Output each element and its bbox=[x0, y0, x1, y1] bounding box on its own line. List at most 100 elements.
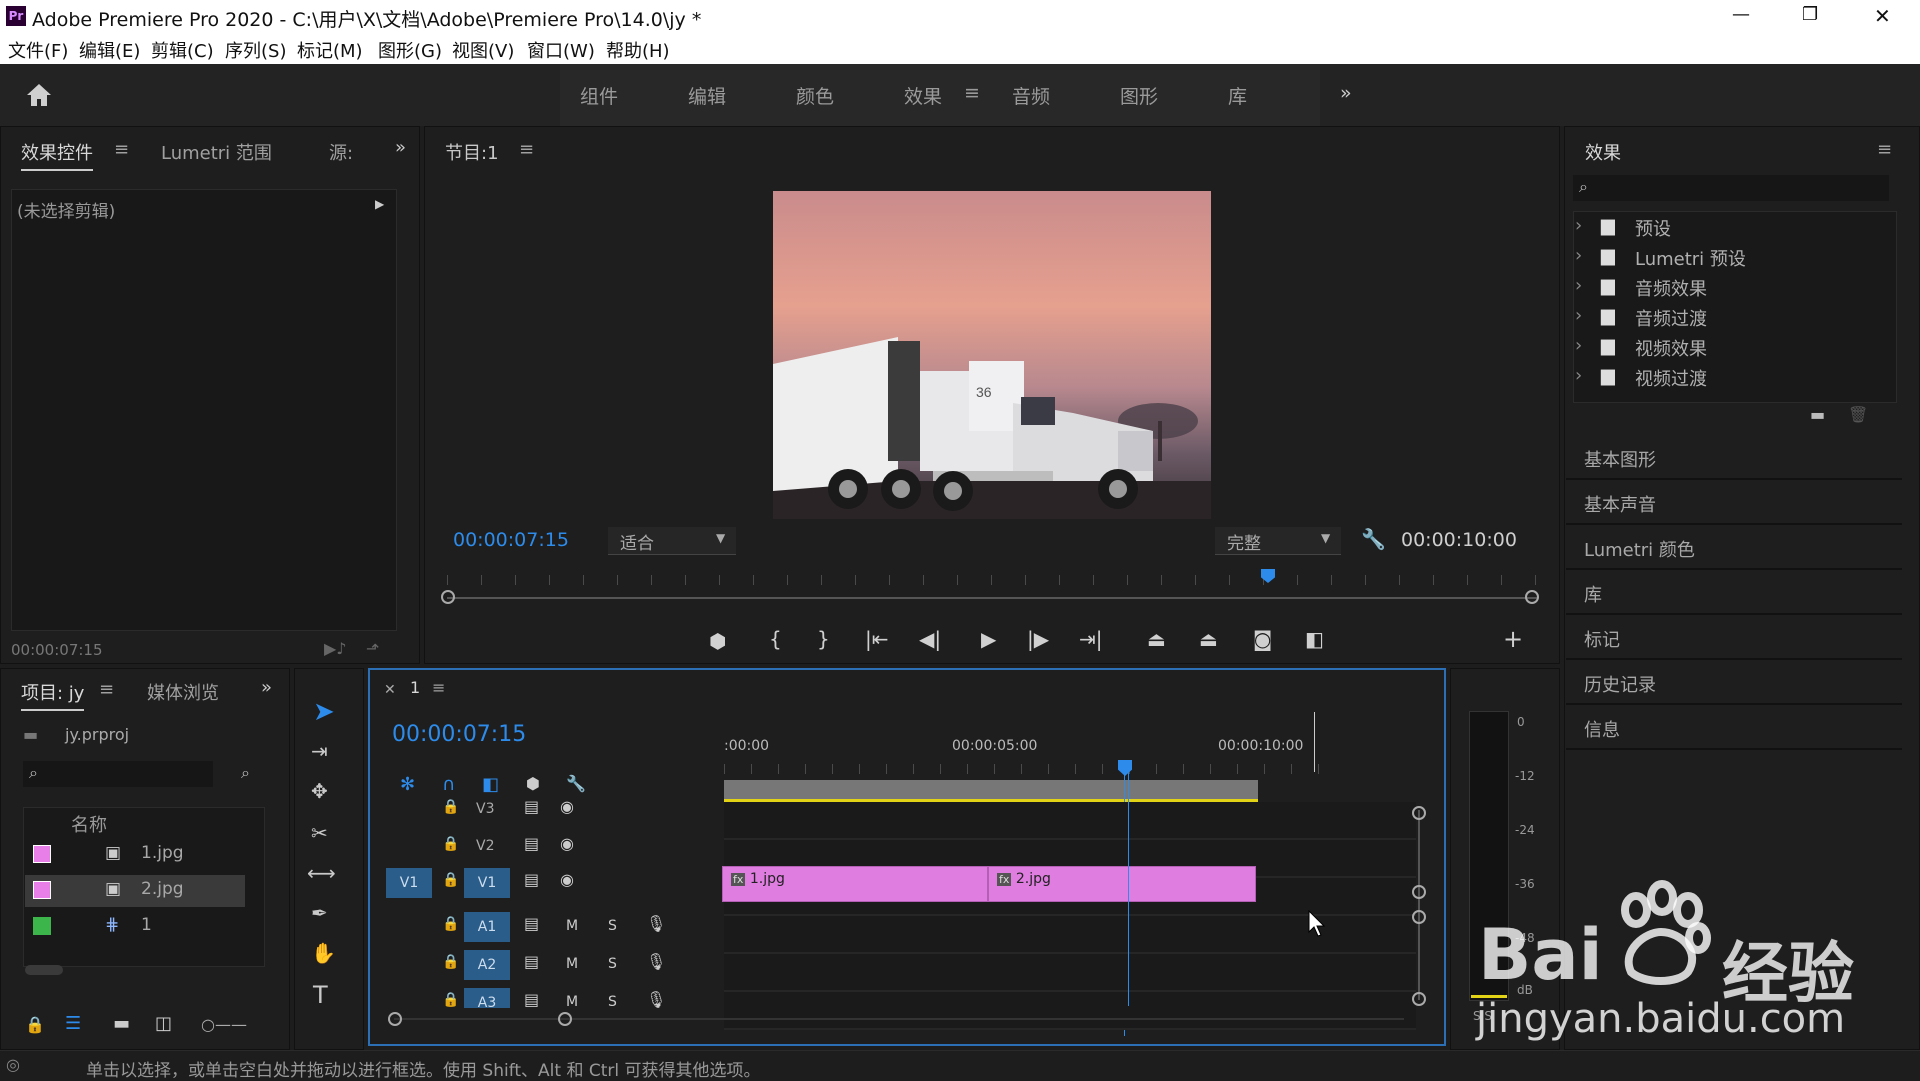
wrench-icon[interactable]: 🔧 bbox=[566, 774, 586, 793]
audio-toggle-icon[interactable]: ▶♪ bbox=[324, 639, 347, 658]
sync-icon[interactable]: ▤ bbox=[524, 990, 539, 1008]
program-menu-icon[interactable]: ≡ bbox=[519, 139, 534, 160]
ws-menu-icon[interactable]: ≡ bbox=[964, 82, 980, 104]
menu-help[interactable]: 帮助(H) bbox=[606, 37, 670, 63]
pen-icon[interactable]: ✒ bbox=[311, 903, 328, 923]
track-label[interactable]: A3 bbox=[464, 988, 510, 1008]
go-to-in-icon[interactable]: |⇤ bbox=[865, 629, 889, 649]
comparison-view-icon[interactable]: ◧ bbox=[1305, 629, 1324, 649]
project-menu-icon[interactable]: ≡ bbox=[99, 679, 114, 700]
step-back-icon[interactable]: ◀| bbox=[919, 629, 941, 649]
ws-tab-graphics[interactable]: 图形 bbox=[1120, 82, 1158, 109]
folder-lumetri-presets[interactable]: › ▆ Lumetri 预设 bbox=[1575, 245, 1895, 275]
timeline-menu-icon[interactable]: ≡ bbox=[432, 678, 445, 697]
timeline-vscroll[interactable] bbox=[1418, 810, 1420, 1000]
sync-icon[interactable]: ▤ bbox=[524, 952, 539, 971]
folder-audio-transitions[interactable]: › ▆ 音频过渡 bbox=[1575, 305, 1895, 335]
close-button[interactable]: ✕ bbox=[1874, 4, 1891, 28]
hand-icon[interactable]: ✋ bbox=[311, 943, 336, 963]
snap-icon[interactable]: ∩ bbox=[442, 774, 455, 795]
program-title[interactable]: 节目:1 bbox=[445, 139, 499, 165]
folder-presets[interactable]: › ▆ 预设 bbox=[1575, 215, 1895, 245]
tab-lumetri-scopes[interactable]: Lumetri 范围 bbox=[161, 139, 272, 165]
section-history[interactable]: 历史记录 bbox=[1566, 661, 1902, 705]
tab-source[interactable]: 源: bbox=[329, 139, 353, 165]
ws-tab-editing[interactable]: 编辑 bbox=[688, 82, 726, 109]
new-bin-icon[interactable]: ▬ bbox=[1810, 405, 1825, 424]
label-color-swatch[interactable] bbox=[33, 917, 51, 935]
restore-button[interactable]: ❐ bbox=[1802, 4, 1818, 25]
vscroll-handle-bottom[interactable] bbox=[1412, 992, 1426, 1006]
wrench-icon[interactable]: 🔧 bbox=[1361, 527, 1386, 551]
program-timecode[interactable]: 00:00:07:15 bbox=[453, 529, 569, 551]
eye-icon[interactable]: ◉ bbox=[560, 870, 574, 889]
vscroll-handle-top[interactable] bbox=[1412, 806, 1426, 820]
quality-dropdown[interactable]: 完整 ▼ bbox=[1215, 527, 1341, 555]
project-hscroll[interactable] bbox=[25, 965, 63, 975]
zoom-handle-right[interactable] bbox=[1525, 590, 1539, 604]
step-forward-icon[interactable]: |▶ bbox=[1027, 629, 1049, 649]
expand-arrow-icon[interactable]: ▶ bbox=[375, 197, 384, 211]
ws-tab-audio[interactable]: 音频 bbox=[1012, 82, 1050, 109]
mute-button[interactable]: M bbox=[566, 956, 578, 972]
list-item[interactable]: ▣ 1.jpg bbox=[25, 839, 245, 871]
lock-icon[interactable]: 🔒 bbox=[442, 916, 459, 932]
menu-clip[interactable]: 剪辑(C) bbox=[151, 37, 214, 63]
track-label[interactable]: V2 bbox=[476, 838, 494, 854]
zoom-handle-left[interactable] bbox=[441, 590, 455, 604]
ws-tab-libraries[interactable]: 库 bbox=[1228, 82, 1247, 109]
track-label[interactable]: A2 bbox=[464, 950, 510, 980]
effects-menu-icon[interactable]: ≡ bbox=[1877, 139, 1892, 160]
panel-more-icon[interactable]: » bbox=[395, 137, 406, 158]
hscroll-handle-left[interactable] bbox=[388, 1012, 402, 1026]
lock-icon[interactable]: 🔒 bbox=[442, 799, 459, 815]
effects-title[interactable]: 效果 bbox=[1585, 139, 1621, 165]
hscroll-handle-right[interactable] bbox=[558, 1012, 572, 1026]
close-tab-icon[interactable]: ✕ bbox=[384, 682, 396, 698]
meter-solo-buttons[interactable]: S S bbox=[1473, 1009, 1492, 1023]
lock-icon[interactable]: 🔒 bbox=[442, 872, 459, 888]
timeline-ruler[interactable] bbox=[724, 764, 1336, 774]
menu-marker[interactable]: 标记(M) bbox=[297, 37, 363, 63]
slip-icon[interactable]: ⟷ bbox=[307, 863, 336, 883]
extract-icon[interactable]: ⏏ bbox=[1199, 629, 1218, 649]
folder-video-transitions[interactable]: › ▆ 视频过渡 bbox=[1575, 365, 1895, 395]
clip-1jpg[interactable]: fx 1.jpg bbox=[722, 866, 988, 902]
track-label[interactable]: V1 bbox=[464, 868, 510, 898]
timeline-tab[interactable]: 1 bbox=[410, 678, 420, 697]
add-marker-icon[interactable]: ⬢ bbox=[709, 631, 726, 651]
icon-view-icon[interactable]: ▬ bbox=[113, 1013, 130, 1034]
clip-2jpg[interactable]: fx 2.jpg bbox=[988, 866, 1256, 902]
label-color-swatch[interactable] bbox=[33, 845, 51, 863]
label-color-swatch[interactable] bbox=[33, 881, 51, 899]
menu-graphics[interactable]: 图形(G) bbox=[378, 37, 442, 63]
minimize-button[interactable]: — bbox=[1732, 4, 1750, 25]
lock-icon[interactable]: 🔒 bbox=[442, 836, 459, 852]
lock-icon[interactable]: 🔒 bbox=[25, 1015, 45, 1034]
type-tool-icon[interactable]: T bbox=[313, 983, 328, 1007]
track-label[interactable]: A1 bbox=[464, 912, 510, 942]
lock-icon[interactable]: 🔒 bbox=[442, 954, 459, 970]
menu-view[interactable]: 视图(V) bbox=[452, 37, 514, 63]
timeline-timecode[interactable]: 00:00:07:15 bbox=[392, 722, 526, 747]
freeform-view-icon[interactable]: ◫ bbox=[155, 1013, 172, 1034]
ws-tab-effects[interactable]: 效果 bbox=[904, 82, 942, 109]
ws-more-icon[interactable]: » bbox=[1340, 82, 1352, 104]
folder-video-effects[interactable]: › ▆ 视频效果 bbox=[1575, 335, 1895, 365]
lock-icon[interactable]: 🔒 bbox=[442, 992, 459, 1008]
mark-in-icon[interactable]: { bbox=[769, 629, 782, 649]
section-markers[interactable]: 标记 bbox=[1566, 616, 1902, 660]
track-select-icon[interactable]: ⇥ bbox=[311, 741, 328, 761]
work-area-bar[interactable] bbox=[724, 780, 1258, 802]
timeline-hscroll[interactable] bbox=[394, 1018, 1404, 1020]
menu-sequence[interactable]: 序列(S) bbox=[225, 37, 286, 63]
razor-icon[interactable]: ✂ bbox=[311, 823, 328, 843]
go-to-out-icon[interactable]: ⇥| bbox=[1079, 629, 1103, 649]
trash-icon[interactable]: 🗑 bbox=[1848, 405, 1868, 424]
project-search-input[interactable]: ⌕ bbox=[23, 761, 213, 787]
column-header-name[interactable]: 名称 bbox=[71, 811, 107, 837]
camera-icon[interactable]: ◙ bbox=[1253, 629, 1272, 649]
eye-icon[interactable]: ◉ bbox=[560, 834, 574, 853]
tab-project[interactable]: 项目: jy bbox=[21, 679, 85, 711]
linked-select-icon[interactable]: ◧ bbox=[482, 774, 499, 795]
